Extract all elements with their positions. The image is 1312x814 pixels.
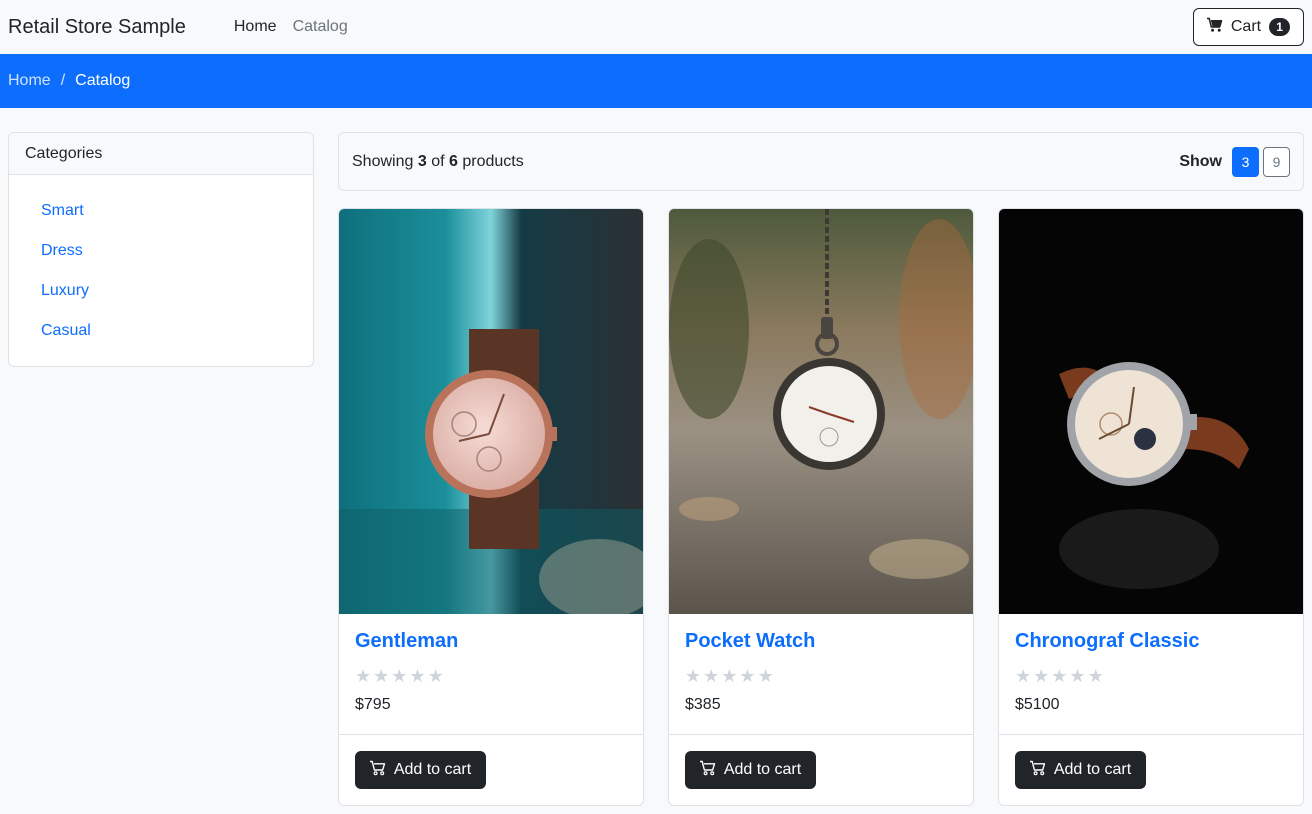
product-price: $385	[685, 696, 721, 713]
star-icon: ★	[739, 666, 756, 686]
add-to-cart-label: Add to cart	[393, 761, 472, 778]
product-card-body: Pocket Watch ★ ★ ★ ★ ★ $385	[669, 614, 973, 735]
product-card-footer: Add to cart	[339, 735, 643, 805]
product-card: Chronograf Classic ★ ★ ★ ★ ★ $5100 Add t…	[998, 208, 1304, 806]
show-label: Show	[1179, 152, 1222, 170]
main-content: Categories Smart Dress Luxury Casual Sho…	[0, 108, 1312, 814]
brand-title[interactable]: Retail Store Sample	[8, 16, 186, 39]
product-price: $795	[355, 696, 391, 713]
product-card-body: Gentleman ★ ★ ★ ★ ★ $795	[339, 614, 643, 735]
product-name[interactable]: Pocket Watch	[685, 630, 957, 656]
star-icon: ★	[1015, 666, 1032, 686]
category-luxury[interactable]: Luxury	[41, 271, 313, 311]
categories-panel: Categories Smart Dress Luxury Casual	[8, 132, 314, 367]
star-icon: ★	[1069, 666, 1086, 686]
add-to-cart-label: Add to cart	[1053, 761, 1132, 778]
cart-count-badge: 1	[1269, 18, 1291, 36]
product-rating: ★ ★ ★ ★ ★	[1015, 664, 1287, 688]
star-icon: ★	[373, 666, 390, 686]
cart-icon	[1029, 760, 1046, 781]
cart-label: Cart	[1230, 18, 1262, 35]
nav-link-catalog[interactable]: Catalog	[293, 18, 348, 36]
product-image-chronograf-classic[interactable]	[999, 209, 1303, 614]
cart-button[interactable]: Cart 1	[1193, 8, 1304, 46]
product-card: Pocket Watch ★ ★ ★ ★ ★ $385 Add to cart	[668, 208, 974, 806]
product-name[interactable]: Chronograf Classic	[1015, 630, 1287, 656]
page-size-selector: Show 3 9	[1179, 146, 1290, 177]
star-icon: ★	[427, 666, 444, 686]
results-shown-count: 3	[417, 152, 427, 170]
breadcrumb-separator: /	[60, 72, 66, 89]
categories-list: Smart Dress Luxury Casual	[9, 175, 313, 351]
top-navbar: Retail Store Sample Home Catalog Cart 1	[0, 0, 1312, 54]
product-card-body: Chronograf Classic ★ ★ ★ ★ ★ $5100	[999, 614, 1303, 735]
product-card-footer: Add to cart	[999, 735, 1303, 805]
breadcrumb-home[interactable]: Home	[8, 72, 51, 90]
results-of: of	[431, 152, 445, 170]
star-icon: ★	[409, 666, 426, 686]
star-icon: ★	[685, 666, 702, 686]
category-dress[interactable]: Dress	[41, 231, 313, 271]
add-to-cart-button[interactable]: Add to cart	[355, 751, 486, 789]
category-casual[interactable]: Casual	[41, 311, 313, 351]
product-image-pocket-watch[interactable]	[669, 209, 973, 614]
star-icon: ★	[757, 666, 774, 686]
breadcrumb: Home / Catalog	[0, 54, 1312, 108]
cart-icon	[1206, 17, 1223, 38]
star-icon: ★	[1033, 666, 1050, 686]
product-rating: ★ ★ ★ ★ ★	[355, 664, 627, 688]
product-price: $5100	[1015, 696, 1060, 713]
product-card-footer: Add to cart	[669, 735, 973, 805]
star-icon: ★	[391, 666, 408, 686]
results-total-count: 6	[448, 152, 458, 170]
product-rating: ★ ★ ★ ★ ★	[685, 664, 957, 688]
add-to-cart-button[interactable]: Add to cart	[685, 751, 816, 789]
star-icon: ★	[721, 666, 738, 686]
page-size-9-button[interactable]: 9	[1263, 146, 1290, 177]
cart-icon	[369, 760, 386, 781]
page-size-3-button[interactable]: 3	[1232, 146, 1259, 177]
star-icon: ★	[703, 666, 720, 686]
star-icon: ★	[1051, 666, 1068, 686]
add-to-cart-button[interactable]: Add to cart	[1015, 751, 1146, 789]
results-prefix: Showing	[352, 152, 414, 170]
cart-icon	[699, 760, 716, 781]
results-count: Showing 3 of 6 products	[352, 153, 524, 171]
category-smart[interactable]: Smart	[41, 191, 313, 231]
breadcrumb-current: Catalog	[75, 72, 131, 89]
add-to-cart-label: Add to cart	[723, 761, 802, 778]
nav-link-home[interactable]: Home	[234, 18, 277, 36]
results-suffix: products	[462, 152, 524, 170]
product-image-gentleman[interactable]	[339, 209, 643, 614]
product-card: Gentleman ★ ★ ★ ★ ★ $795 Add to cart	[338, 208, 644, 806]
categories-title: Categories	[9, 133, 313, 175]
product-name[interactable]: Gentleman	[355, 630, 627, 656]
star-icon: ★	[355, 666, 372, 686]
star-icon: ★	[1087, 666, 1104, 686]
results-toolbar: Showing 3 of 6 products Show 3 9	[338, 132, 1304, 191]
